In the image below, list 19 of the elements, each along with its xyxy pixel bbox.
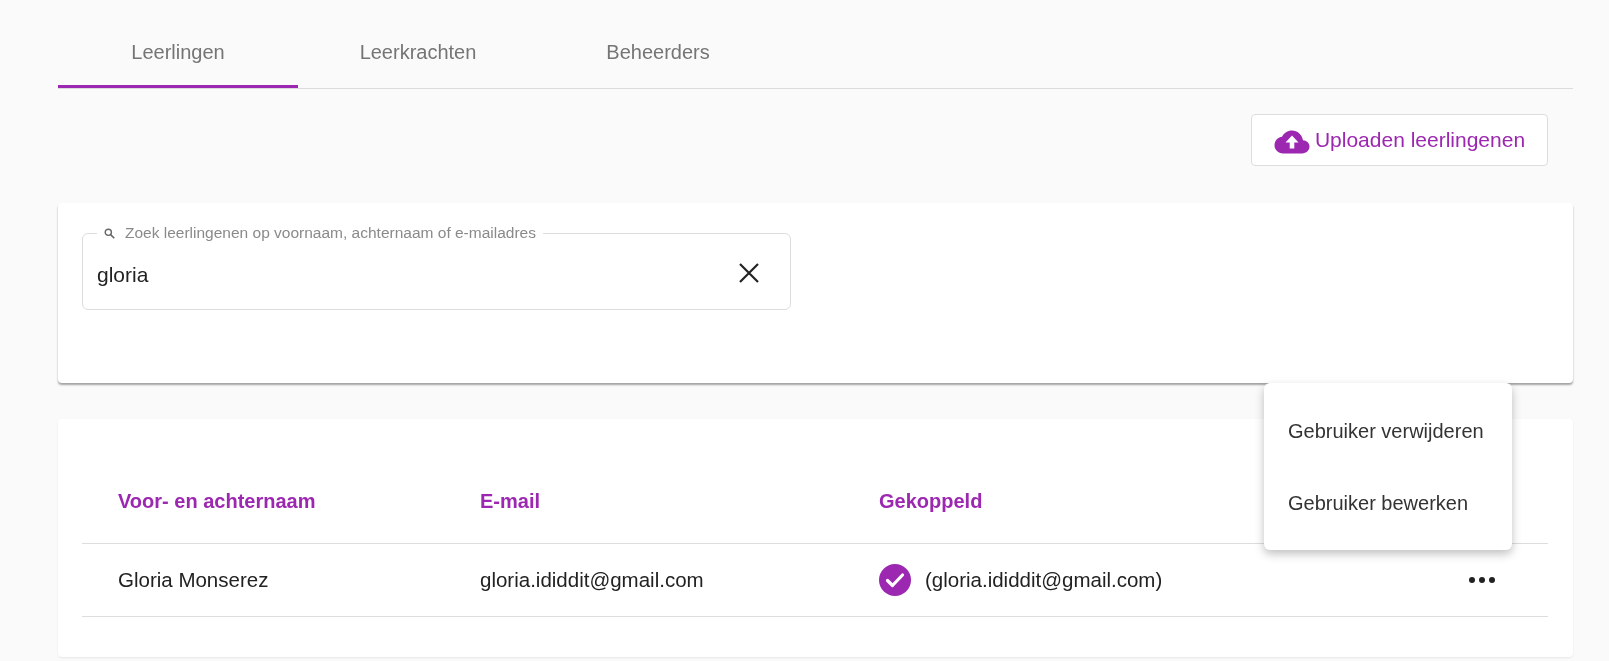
cloud-upload-icon <box>1273 129 1310 154</box>
tab[interactable]: Leerlingen <box>58 16 298 88</box>
search-input[interactable]: gloria <box>97 262 210 287</box>
column-header: Voor- en achternaam <box>118 489 316 513</box>
close-icon <box>739 262 759 283</box>
table-cell: (gloria.ididdit@gmail.com) <box>925 568 1163 592</box>
tab[interactable]: Beheerders <box>538 16 778 88</box>
search-icon <box>104 227 115 239</box>
table-cell: Gloria Monserez <box>118 568 269 592</box>
upload-button[interactable]: Uploaden leerlingenen <box>1251 114 1548 166</box>
menu-item[interactable]: Gebruiker verwijderen <box>1264 395 1512 467</box>
column-header: E-mail <box>480 489 541 513</box>
menu-item[interactable]: Gebruiker bewerken <box>1264 467 1512 539</box>
tab[interactable]: Leerkrachten <box>298 16 538 88</box>
more-dots-icon <box>1469 577 1495 583</box>
table-cell: gloria.ididdit@gmail.com <box>480 568 704 592</box>
field-label: Zoek leerlingenen op voornaam, achternaam of e-mailadres <box>125 224 536 242</box>
column-header: Gekoppeld <box>879 489 983 513</box>
search-field[interactable]: Zoek leerlingenen op voornaam, achternaam of e-mailadres gloria <box>82 224 791 310</box>
